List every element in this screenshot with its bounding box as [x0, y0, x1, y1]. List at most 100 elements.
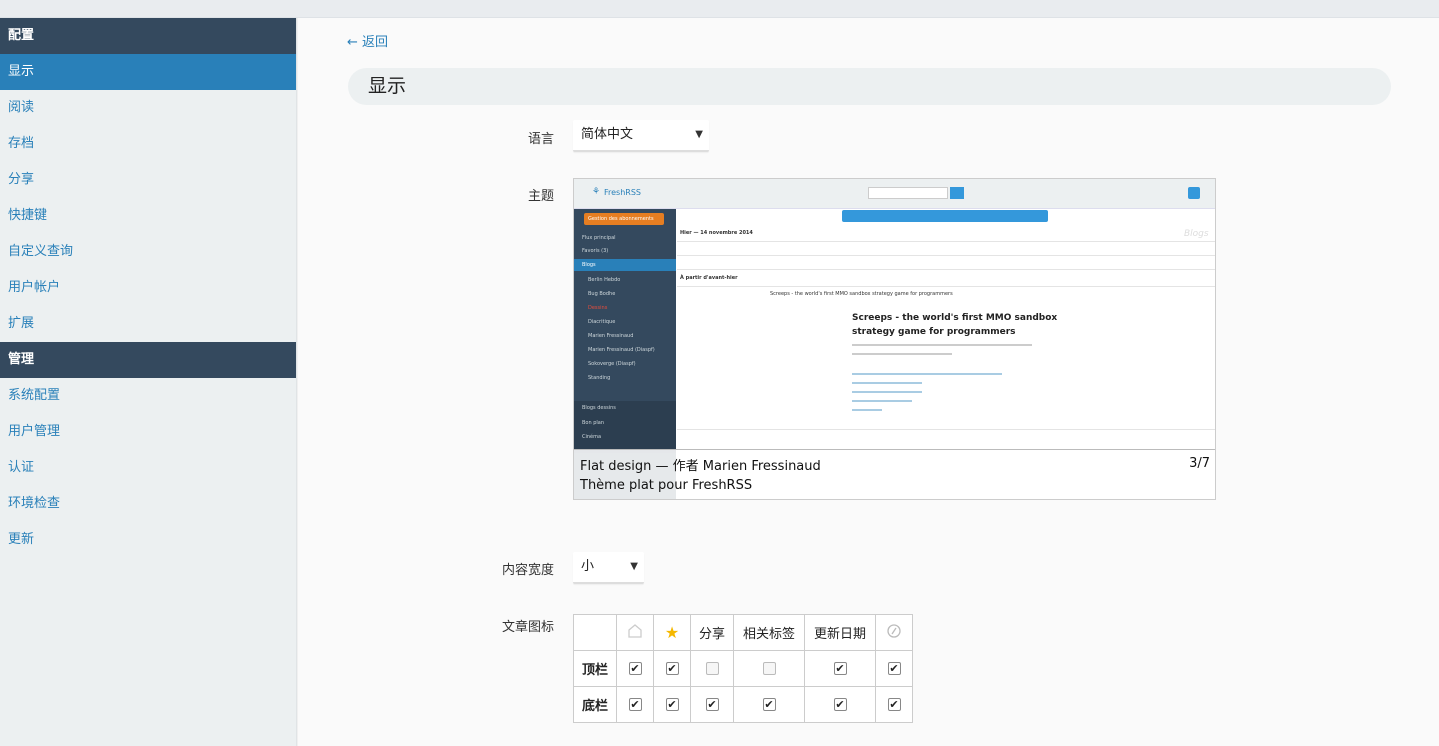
sidebar-section-admin: 管理: [0, 342, 296, 378]
preview-nav-item: Bon plan: [582, 420, 605, 426]
preview-article-row-title: Screeps - the world's first MMO sandbox …: [770, 291, 953, 297]
preview-nav-item: Marien Fressinaud: [588, 333, 634, 339]
bottom-read-checkbox[interactable]: ✔: [628, 698, 642, 711]
sidebar-item-update[interactable]: 更新: [0, 522, 296, 558]
language-select-value: 简体中文: [581, 127, 634, 142]
article-icons-table: ★ 分享 相关标签 更新日期 顶栏 ✔ ✔ ✔ ✔ 底栏 ✔ ✔ ✔ ✔ ✔ ✔: [573, 614, 913, 723]
top-date-checkbox[interactable]: ✔: [833, 662, 847, 675]
theme-caption: Flat design — 作者 Marien Fressinaud Thème…: [574, 449, 1215, 499]
preview-nav-item: Marien Fressinaud (Diaspf): [588, 347, 655, 353]
preview-nav-item: Blogs dessins: [582, 405, 616, 411]
top-tags-checkbox[interactable]: [762, 662, 776, 675]
column-read: [616, 614, 654, 651]
sidebar-item-archiving[interactable]: 存档: [0, 126, 296, 162]
content-width-label: 内容宽度: [501, 563, 554, 578]
checkbox-cell: ✔: [616, 686, 654, 723]
sidebar: 配置 显示 阅读 存档 分享 快捷键 自定义查询 用户帐户 扩展 管理 系统配置…: [0, 18, 297, 746]
preview-link-line: [852, 373, 1002, 375]
preview-header: ⚘ FreshRSS: [574, 179, 1215, 209]
top-share-checkbox[interactable]: [705, 662, 719, 675]
sidebar-item-extensions[interactable]: 扩展: [0, 306, 296, 342]
preview-nav-item: Favoris (3): [582, 248, 609, 254]
back-link[interactable]: ← 返回: [347, 31, 388, 50]
table-row-bottom: 底栏 ✔ ✔ ✔ ✔ ✔ ✔: [573, 686, 913, 723]
content-width-select[interactable]: 小 ▼: [573, 552, 644, 584]
theme-label: 主题: [527, 189, 554, 204]
sidebar-item-system[interactable]: 系统配置: [0, 378, 296, 414]
preview-search-input: [868, 187, 948, 199]
table-row-top: 顶栏 ✔ ✔ ✔ ✔: [573, 650, 913, 687]
sidebar-item-user-queries[interactable]: 自定义查询: [0, 234, 296, 270]
column-link: [875, 614, 913, 651]
preview-category-tag: Blogs: [1184, 229, 1209, 239]
sidebar-item-profile[interactable]: 用户帐户: [0, 270, 296, 306]
top-bar: [0, 0, 1439, 18]
preview-divider: [677, 241, 1215, 242]
preview-nav-item: Blogs: [582, 262, 596, 268]
chevron-down-icon: ▼: [630, 561, 638, 572]
bottom-tags-checkbox[interactable]: ✔: [762, 698, 776, 711]
preview-divider: [677, 255, 1215, 256]
preview-nav-item: Cinéma: [582, 434, 602, 440]
preview-link-line: [852, 382, 922, 384]
language-select[interactable]: 简体中文 ▼: [573, 120, 709, 152]
sidebar-item-check-install[interactable]: 环境检查: [0, 486, 296, 522]
column-date: 更新日期: [804, 614, 876, 651]
chevron-down-icon: ▼: [695, 129, 703, 140]
freshrss-logo-icon: ⚘: [592, 187, 601, 197]
preview-brand: FreshRSS: [604, 188, 642, 197]
checkbox-cell: ✔: [804, 686, 876, 723]
bottom-favorite-checkbox[interactable]: ✔: [665, 698, 679, 711]
column-share: 分享: [690, 614, 734, 651]
preview-nav-item: Dessins: [588, 305, 608, 311]
preview-nav-item: Flux principal: [582, 235, 616, 241]
preview-article-heading: Screeps - the world's first MMO sandbox: [852, 313, 1058, 323]
preview-nav-item: Sokoverge (Diaspf): [588, 361, 636, 367]
language-label: 语言: [527, 132, 554, 147]
column-favorite: ★: [653, 614, 691, 651]
preview-nav-item: Diacritique: [588, 319, 616, 325]
checkbox-cell: ✔: [875, 686, 913, 723]
preview-date-heading: À partir d'avant-hier: [680, 275, 738, 281]
article-icons-label: 文章图标: [501, 620, 554, 635]
sidebar-item-user-management[interactable]: 用户管理: [0, 414, 296, 450]
preview-text-line: [852, 344, 1032, 346]
preview-link-line: [852, 400, 912, 402]
bottom-share-checkbox[interactable]: ✔: [705, 698, 719, 711]
sidebar-section-config: 配置: [0, 18, 296, 54]
preview-nav-item: Berlin Hebdo: [588, 277, 621, 283]
preview-nav-item: Bug Bodhe: [588, 291, 616, 297]
preview-search-icon: [950, 187, 964, 199]
checkbox-cell: ✔: [653, 686, 691, 723]
page-title: 显示: [368, 75, 407, 97]
sidebar-item-authentication[interactable]: 认证: [0, 450, 296, 486]
theme-preview[interactable]: ⚘ FreshRSS Gestion des abonnements Flux …: [573, 178, 1216, 500]
preview-nav-item: Standing: [588, 375, 611, 381]
top-favorite-checkbox[interactable]: ✔: [665, 662, 679, 675]
preview-link-line: [852, 391, 922, 393]
page-title-bar: 显示: [348, 68, 1391, 105]
preview-date-heading: Hier — 14 novembre 2014: [680, 230, 753, 236]
sidebar-item-sharing[interactable]: 分享: [0, 162, 296, 198]
sidebar-item-shortcuts[interactable]: 快捷键: [0, 198, 296, 234]
top-read-checkbox[interactable]: ✔: [628, 662, 642, 675]
preview-divider: [677, 269, 1215, 270]
preview-article-heading: strategy game for programmers: [852, 327, 1016, 337]
content-width-select-value: 小: [581, 559, 595, 574]
top-link-checkbox[interactable]: ✔: [887, 662, 901, 675]
theme-description: Thème plat pour FreshRSS: [580, 478, 753, 493]
theme-counter: 3/7: [1189, 456, 1210, 471]
link-icon: [886, 623, 902, 643]
preview-divider: [677, 286, 1215, 287]
checkbox-cell: [733, 650, 805, 687]
preview-gear-icon: [1188, 187, 1200, 199]
checkbox-cell: ✔: [690, 686, 734, 723]
sidebar-item-reading[interactable]: 阅读: [0, 90, 296, 126]
table-header-row: ★ 分享 相关标签 更新日期: [573, 614, 913, 651]
bottom-date-checkbox[interactable]: ✔: [833, 698, 847, 711]
table-corner-cell: [573, 614, 617, 651]
sidebar-item-display[interactable]: 显示: [0, 54, 296, 90]
checkbox-cell: ✔: [875, 650, 913, 687]
bottom-link-checkbox[interactable]: ✔: [887, 698, 901, 711]
row-label-bottom: 底栏: [573, 686, 617, 723]
